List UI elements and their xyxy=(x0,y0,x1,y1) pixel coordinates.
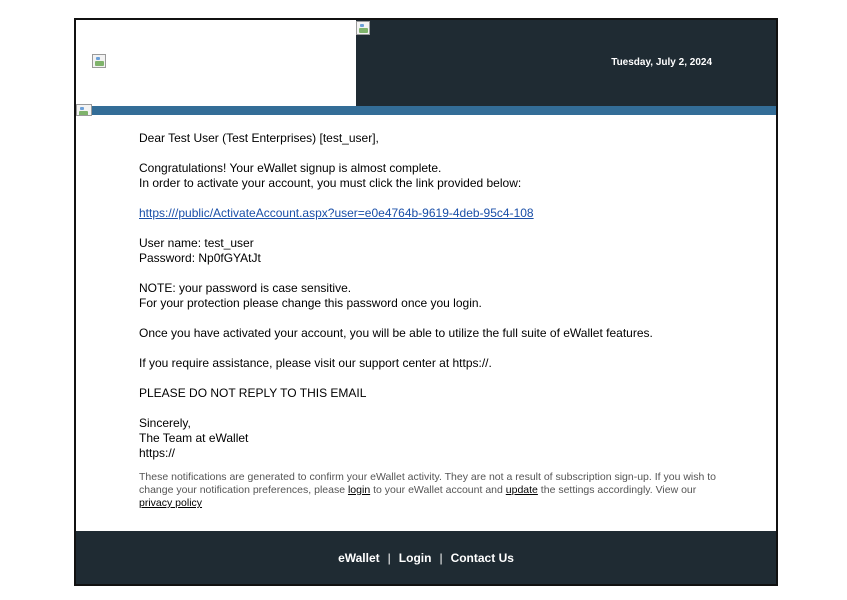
footer-login-link[interactable]: Login xyxy=(399,551,432,565)
signoff-line-2: The Team at eWallet xyxy=(139,431,249,445)
intro-paragraph: Congratulations! Your eWallet signup is … xyxy=(139,161,756,191)
no-reply-notice: PLEASE DO NOT REPLY TO THIS EMAIL xyxy=(139,386,367,400)
password-line: Password: Np0fGYAtJt xyxy=(139,251,261,265)
header-divider-bar xyxy=(76,104,776,116)
signoff-line-1: Sincerely, xyxy=(139,416,191,430)
email-footer: eWallet | Login | Contact Us xyxy=(76,531,776,584)
footer-separator: | xyxy=(387,550,391,565)
footer-contact-link[interactable]: Contact Us xyxy=(451,551,514,565)
email-frame: Tuesday, July 2, 2024 Dear Test User (Te… xyxy=(74,18,778,586)
signoff-paragraph: Sincerely, The Team at eWallet https:// xyxy=(139,416,756,461)
header-date: Tuesday, July 2, 2024 xyxy=(611,57,712,68)
fineprint-update-link[interactable]: update xyxy=(506,484,538,496)
features-paragraph: Once you have activated your account, yo… xyxy=(139,326,653,340)
username-line: User name: test_user xyxy=(139,236,254,250)
broken-logo-image-icon xyxy=(92,54,106,68)
logo-area xyxy=(76,20,356,106)
activation-paragraph: https:///public/ActivateAccount.aspx?use… xyxy=(139,206,756,221)
assistance-paragraph: If you require assistance, please visit … xyxy=(139,356,492,370)
note-line-2: For your protection please change this p… xyxy=(139,296,482,310)
note-line-1: NOTE: your password is case sensitive. xyxy=(139,281,352,295)
footer-separator: | xyxy=(439,550,443,565)
note-paragraph: NOTE: your password is case sensitive. F… xyxy=(139,281,756,311)
signoff-line-3: https:// xyxy=(139,446,176,460)
fineprint-text-3: the settings accordingly. View our xyxy=(537,484,697,496)
activation-link[interactable]: https:///public/ActivateAccount.aspx?use… xyxy=(139,206,534,220)
broken-divider-image-icon xyxy=(76,104,92,116)
intro-line-2: In order to activate your account, you m… xyxy=(139,176,522,190)
header-banner: Tuesday, July 2, 2024 xyxy=(356,20,776,106)
credentials-paragraph: User name: test_user Password: Np0fGYAtJ… xyxy=(139,236,756,266)
email-body: Dear Test User (Test Enterprises) [test_… xyxy=(76,115,776,510)
fineprint-text-2: to your eWallet account and xyxy=(370,484,506,496)
fineprint-login-link[interactable]: login xyxy=(348,484,370,496)
email-header: Tuesday, July 2, 2024 xyxy=(76,20,776,106)
fineprint-paragraph: These notifications are generated to con… xyxy=(139,471,756,510)
footer-brand-link[interactable]: eWallet xyxy=(338,551,380,565)
intro-line-1: Congratulations! Your eWallet signup is … xyxy=(139,161,442,175)
greeting: Dear Test User (Test Enterprises) [test_… xyxy=(139,131,379,145)
broken-banner-image-icon xyxy=(356,21,370,35)
privacy-policy-link[interactable]: privacy policy xyxy=(139,497,202,509)
